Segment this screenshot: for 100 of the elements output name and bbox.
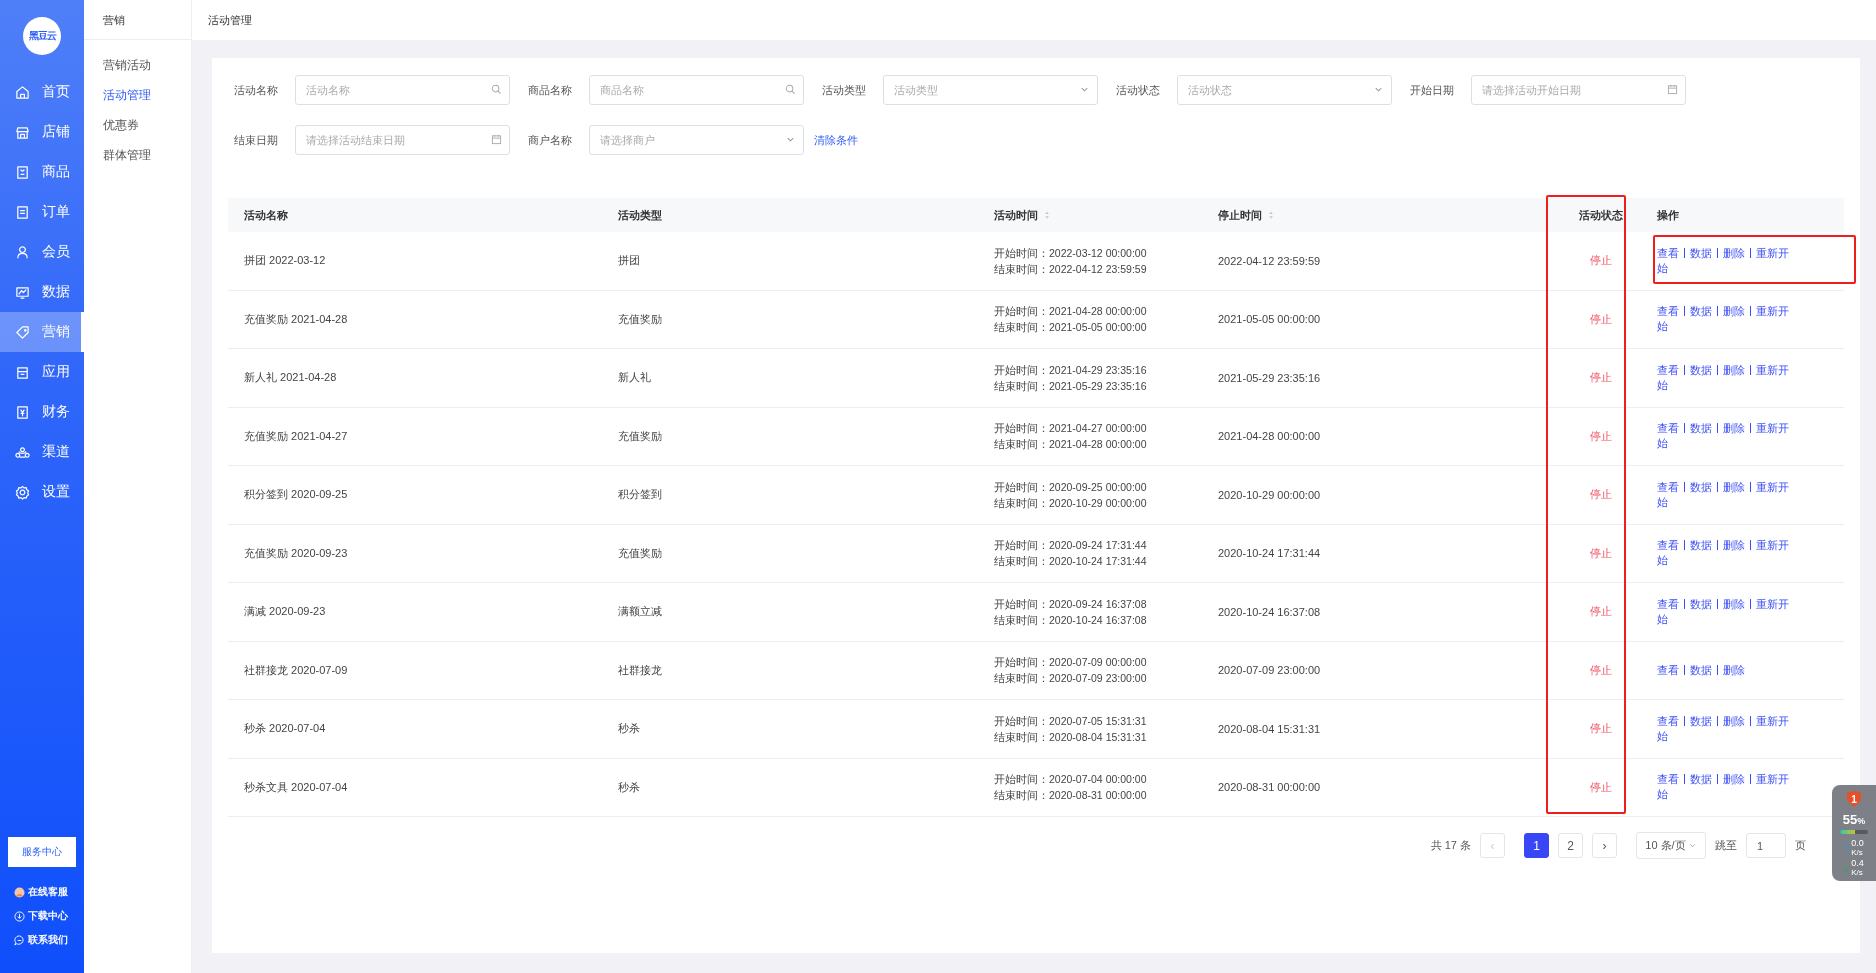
network-monitor-widget[interactable]: 1 55% 0.0 K/s 0.4 K/s (1832, 785, 1876, 881)
clear-filters-link[interactable]: 清除条件 (814, 132, 858, 148)
filter-label: 开始日期 (1410, 82, 1455, 98)
nav-item[interactable]: 财务 (0, 392, 84, 432)
total-count: 共 17 条 (1430, 838, 1471, 853)
sidebar-link[interactable]: 联系我们 (8, 934, 68, 947)
next-page-button[interactable]: › (1592, 833, 1617, 858)
sort-icon (1268, 210, 1274, 220)
status-text: 停止 (1589, 662, 1613, 678)
page-size-select[interactable]: 10 条/页 (1636, 832, 1706, 859)
sort-icon (1044, 210, 1050, 220)
shield-badge: 1 (1847, 791, 1861, 807)
end-time: 结束时间：2020-08-04 15:31:31 (994, 729, 1147, 745)
nav-icon (15, 324, 30, 340)
action-links[interactable]: 查看 数据 删除 重新开始 (1657, 421, 1799, 452)
nav-icon (15, 244, 30, 260)
calendar-icon (1667, 84, 1678, 95)
submenu-title: 营销 (84, 0, 191, 40)
start-time: 开始时间：2020-09-24 16:37:08 (994, 596, 1147, 612)
action-links[interactable]: 查看 数据 删除 重新开始 (1657, 772, 1799, 803)
page-button[interactable]: 1 (1524, 833, 1549, 858)
action-links[interactable]: 查看 数据 删除 重新开始 (1657, 538, 1799, 569)
start-time: 开始时间：2020-07-05 15:31:31 (994, 713, 1147, 729)
select-field[interactable]: 请选择商户 (589, 125, 804, 155)
nav-icon (15, 84, 30, 100)
end-time: 结束时间：2021-04-28 00:00:00 (994, 437, 1147, 453)
speed-unit: K/s (1851, 848, 1864, 857)
page-suffix: 页 (1795, 838, 1806, 853)
table-cell-text: 2021-05-29 23:35:16 (1217, 371, 1322, 384)
nav-icon (15, 284, 30, 300)
table-cell-text: 满额立减 (617, 604, 663, 620)
sidebar-link[interactable]: 下载中心 (8, 910, 68, 923)
nav-item[interactable]: 数据 (0, 272, 84, 312)
date-field[interactable]: 请选择活动开始日期 (1471, 75, 1686, 105)
end-time: 结束时间：2020-10-29 00:00:00 (994, 495, 1147, 511)
table-cell-text: 2020-08-31 00:00:00 (1217, 781, 1322, 794)
action-links[interactable]: 查看 数据 删除 重新开始 (1657, 713, 1799, 744)
table-cell-text: 充值奖励 2020-09-23 (243, 545, 349, 561)
table-cell-text: 2020-10-24 16:37:08 (1217, 605, 1322, 618)
page-button[interactable]: 2 (1558, 833, 1583, 858)
end-time: 结束时间：2020-07-09 23:00:00 (994, 671, 1147, 687)
sidebar-link[interactable]: 在线客服 (8, 886, 68, 899)
filter-label: 结束日期 (234, 132, 279, 148)
submenu-item[interactable]: 活动管理 (84, 80, 191, 110)
nav-item[interactable]: 应用 (0, 352, 84, 392)
action-links[interactable]: 查看 数据 删除 重新开始 (1657, 362, 1799, 393)
action-links[interactable]: 查看 数据 删除 重新开始 (1657, 245, 1799, 276)
page-title: 活动管理 (208, 12, 252, 28)
table-cell-text: 充值奖励 (617, 545, 663, 561)
submenu-item[interactable]: 营销活动 (84, 50, 191, 80)
nav-item[interactable]: 首页 (0, 72, 84, 112)
table-cell-text: 秒杀 (617, 721, 641, 737)
nav-item[interactable]: 店铺 (0, 112, 84, 152)
download-arrow-icon (1844, 863, 1849, 873)
select-field[interactable]: 活动类型 (883, 75, 1098, 105)
table-cell-text: 拼团 2022-03-12 (243, 253, 327, 269)
submenu-item[interactable]: 群体管理 (84, 140, 191, 170)
column-header: 活动状态 (1578, 207, 1624, 223)
column-header[interactable]: 停止时间 (1202, 207, 1561, 223)
action-links[interactable]: 查看 数据 删除 重新开始 (1657, 304, 1799, 335)
search-field[interactable]: 活动名称 (295, 75, 510, 105)
table-cell-text: 充值奖励 (617, 311, 663, 327)
upload-speed: 0.0 (1851, 839, 1864, 848)
end-time: 结束时间：2022-04-12 23:59:59 (994, 261, 1147, 277)
table-cell-text: 充值奖励 2021-04-27 (243, 428, 349, 444)
nav-item[interactable]: 订单 (0, 192, 84, 232)
table-cell-text: 满减 2020-09-23 (243, 604, 327, 620)
nav-item[interactable]: 渠道 (0, 432, 84, 472)
column-header[interactable]: 活动时间 (978, 207, 1202, 223)
upload-arrow-icon (1844, 843, 1849, 853)
table-cell-text: 新人礼 2021-04-28 (243, 370, 338, 386)
search-icon (491, 84, 502, 95)
search-field[interactable]: 商品名称 (589, 75, 804, 105)
table-cell-text: 2020-08-04 15:31:31 (1217, 722, 1322, 735)
select-field[interactable]: 活动状态 (1177, 75, 1392, 105)
service-center-button[interactable]: 服务中心 (8, 837, 76, 867)
date-field[interactable]: 请选择活动结束日期 (295, 125, 510, 155)
column-header: 操作 (1656, 207, 1680, 223)
end-time: 结束时间：2020-10-24 17:31:44 (994, 554, 1147, 570)
usage-percent: 55 (1842, 812, 1858, 827)
nav-item[interactable]: 设置 (0, 472, 84, 512)
filter-label: 活动状态 (1116, 82, 1161, 98)
status-text: 停止 (1589, 779, 1613, 795)
table-cell-text: 充值奖励 2021-04-28 (243, 311, 349, 327)
action-links[interactable]: 查看 数据 删除 (1657, 662, 1799, 678)
table-cell-text: 积分签到 (617, 487, 663, 503)
action-links[interactable]: 查看 数据 删除 重新开始 (1657, 596, 1799, 627)
nav-item[interactable]: 会员 (0, 232, 84, 272)
start-time: 开始时间：2021-04-28 00:00:00 (994, 304, 1147, 320)
download-speed: 0.4 (1851, 859, 1864, 868)
status-text: 停止 (1589, 311, 1613, 327)
table-cell-text: 2022-04-12 23:59:59 (1217, 254, 1322, 267)
action-links[interactable]: 查看 数据 删除 重新开始 (1657, 479, 1799, 510)
jump-page-field[interactable]: 1 (1746, 833, 1786, 858)
jump-label: 跳至 (1715, 838, 1737, 853)
submenu-item[interactable]: 优惠券 (84, 110, 191, 140)
avatar-icon (14, 887, 25, 898)
nav-item[interactable]: 商品 (0, 152, 84, 192)
status-text: 停止 (1589, 604, 1613, 620)
start-time: 开始时间：2020-09-24 17:31:44 (994, 538, 1147, 554)
